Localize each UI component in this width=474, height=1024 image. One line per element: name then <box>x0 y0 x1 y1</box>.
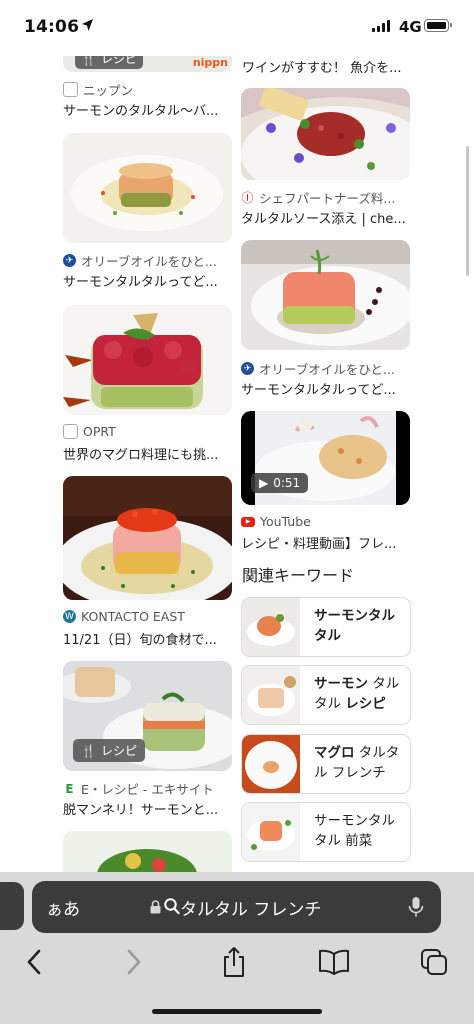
back-button[interactable] <box>16 944 52 980</box>
status-bar: 14:06 4G <box>0 0 474 56</box>
forward-button[interactable] <box>116 944 152 980</box>
search-icon <box>164 898 180 915</box>
clock: 14:06 <box>24 17 80 37</box>
result-image-beef-tartare[interactable] <box>241 88 410 180</box>
address-bar[interactable]: ぁあ タルタル フレンチ <box>32 881 441 933</box>
play-icon: ▶ <box>259 476 269 490</box>
mic-icon[interactable] <box>408 896 424 918</box>
network-type: 4G <box>399 18 422 36</box>
result-image-salmon-tartare-1[interactable]: 🍴 レシピ nippn <box>63 56 232 72</box>
related-keyword-2[interactable]: サーモン タルタル レシピ <box>241 665 411 725</box>
browser-toolbar: ぁあ タルタル フレンチ <box>0 872 474 1024</box>
back-icon <box>27 949 41 975</box>
search-query[interactable]: タルタル フレンチ <box>180 895 321 920</box>
bookmarks-button[interactable] <box>316 944 352 980</box>
chef-partners-favicon: Ⓘ <box>241 191 254 205</box>
result-source[interactable]: ▶ YouTube <box>241 514 311 529</box>
generic-favicon <box>63 424 78 439</box>
forward-icon <box>127 949 141 975</box>
result-title[interactable]: ワインがすすむ！ 魚介を... <box>242 57 410 76</box>
result-title[interactable]: タルタルソース添え | che... <box>241 208 411 227</box>
result-video-thumbnail[interactable]: ▶ 0:51 <box>241 411 410 505</box>
page-scrollbar[interactable] <box>466 146 469 276</box>
battery-icon <box>424 19 452 32</box>
recipe-badge: 🍴 レシピ <box>73 739 145 762</box>
result-title[interactable]: レシピ・料理動画】フレ... <box>241 533 411 552</box>
result-title[interactable]: 世界のマグロ料理にも挑... <box>63 444 233 463</box>
result-source[interactable]: ✈ オリーブオイルをひと... <box>241 359 395 378</box>
olive-oil-site-favicon: ✈ <box>63 254 76 267</box>
excite-favicon: E <box>63 782 76 796</box>
bookmarks-icon <box>319 949 349 975</box>
video-duration: ▶ 0:51 <box>251 473 309 493</box>
result-title[interactable]: 11/21（日）旬の食材で... <box>63 629 233 648</box>
olive-oil-site-favicon: ✈ <box>241 362 254 375</box>
result-source[interactable]: Ⓘ シェフパートナーズ料... <box>241 188 395 207</box>
page-settings-button[interactable]: ぁあ <box>46 895 80 920</box>
result-image-salmon-avocado-tartare[interactable]: 🍴 レシピ <box>63 661 232 771</box>
tabs-icon <box>421 949 447 975</box>
related-keyword-4[interactable]: サーモンタルタル 前菜 <box>241 802 411 862</box>
result-source[interactable]: E E・レシピ - エキサイト <box>63 779 214 798</box>
share-icon <box>224 947 244 977</box>
result-title[interactable]: サーモンタルタルってど... <box>241 379 411 398</box>
previous-tab-peek[interactable] <box>0 882 24 930</box>
fork-knife-icon: 🍴 <box>81 56 96 66</box>
result-title[interactable]: サーモンタルタルってど... <box>63 271 233 290</box>
related-keyword-1[interactable]: サーモンタルタル <box>241 597 411 657</box>
result-image-tuna-tartare[interactable] <box>63 305 232 415</box>
tabs-button[interactable] <box>416 944 452 980</box>
related-keyword-3[interactable]: マグロ タルタル フレンチ <box>241 734 411 794</box>
fork-knife-icon: 🍴 <box>81 743 96 758</box>
related-keywords-heading: 関連キーワード <box>242 566 355 585</box>
result-image-salmon-tartare-2[interactable] <box>63 133 232 243</box>
result-source[interactable]: W KONTACTO EAST <box>63 609 185 624</box>
result-title[interactable]: サーモンのタルタル～バ... <box>63 100 233 119</box>
generic-favicon <box>63 82 78 97</box>
home-indicator <box>152 1009 322 1014</box>
signal-icon <box>372 20 390 32</box>
nippn-logo: nippn <box>192 56 228 69</box>
keyword-thumbnail <box>242 666 300 724</box>
share-button[interactable] <box>216 944 252 980</box>
result-title[interactable]: 脱マンネリ！サーモンと... <box>63 799 233 818</box>
location-arrow-icon <box>82 19 93 31</box>
keyword-thumbnail <box>242 735 300 793</box>
recipe-badge: 🍴 レシピ <box>75 56 143 69</box>
result-image-salmon-tartare-3[interactable] <box>241 240 410 350</box>
result-source[interactable]: ニップン <box>63 80 133 99</box>
lock-icon <box>150 900 161 914</box>
result-source[interactable]: ✈ オリーブオイルをひと... <box>63 251 217 270</box>
keyword-thumbnail <box>242 803 300 861</box>
youtube-icon: ▶ <box>241 516 255 527</box>
result-source[interactable]: OPRT <box>63 424 116 439</box>
result-image-salmon-roe-tartare[interactable] <box>63 476 232 600</box>
wordpress-icon: W <box>63 610 76 623</box>
keyword-thumbnail <box>242 598 300 656</box>
